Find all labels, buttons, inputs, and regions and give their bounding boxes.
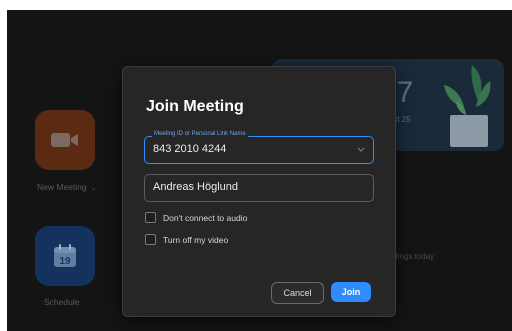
meeting-id-value[interactable]: 843 2010 4244: [153, 143, 226, 155]
meeting-id-input[interactable]: Meeting ID or Personal Link Name 843 201…: [144, 131, 374, 164]
new-meeting-button[interactable]: [35, 110, 95, 170]
meeting-id-label: Meeting ID or Personal Link Name: [152, 131, 248, 137]
cancel-button[interactable]: Cancel: [271, 282, 324, 304]
calendar-day: 19: [59, 256, 71, 267]
dont-connect-audio-label: Don't connect to audio: [163, 212, 248, 223]
dont-connect-audio-option[interactable]: Don't connect to audio: [145, 212, 247, 223]
turn-off-video-label: Turn off my video: [163, 234, 229, 245]
plant-illustration: [444, 65, 491, 147]
zoom-home-window: New Meeting⌄ 19 Schedule 17 ugust 25 eti…: [7, 10, 512, 331]
dialog-title: Join Meeting: [146, 98, 244, 115]
turn-off-video-option[interactable]: Turn off my video: [145, 234, 228, 245]
dont-connect-audio-checkbox[interactable]: [145, 212, 156, 223]
new-meeting-caption: New Meeting ⌄: [37, 182, 96, 192]
schedule-label: Schedule: [44, 297, 80, 307]
meetings-today-text: etings today: [391, 252, 435, 261]
join-button[interactable]: Join: [331, 282, 371, 302]
turn-off-video-checkbox[interactable]: [145, 234, 156, 245]
chevron-down-icon[interactable]: ⌄: [91, 185, 97, 192]
video-camera-icon: [51, 133, 78, 147]
display-name-input[interactable]: Andreas Höglund: [144, 174, 374, 202]
chevron-down-icon[interactable]: [357, 147, 365, 152]
schedule-button[interactable]: 19: [35, 226, 95, 286]
new-meeting-label: New Meeting: [37, 182, 87, 192]
display-name-value[interactable]: Andreas Höglund: [153, 181, 238, 193]
join-meeting-dialog: Join Meeting Meeting ID or Personal Link…: [122, 66, 396, 317]
calendar-icon: 19: [54, 244, 76, 267]
